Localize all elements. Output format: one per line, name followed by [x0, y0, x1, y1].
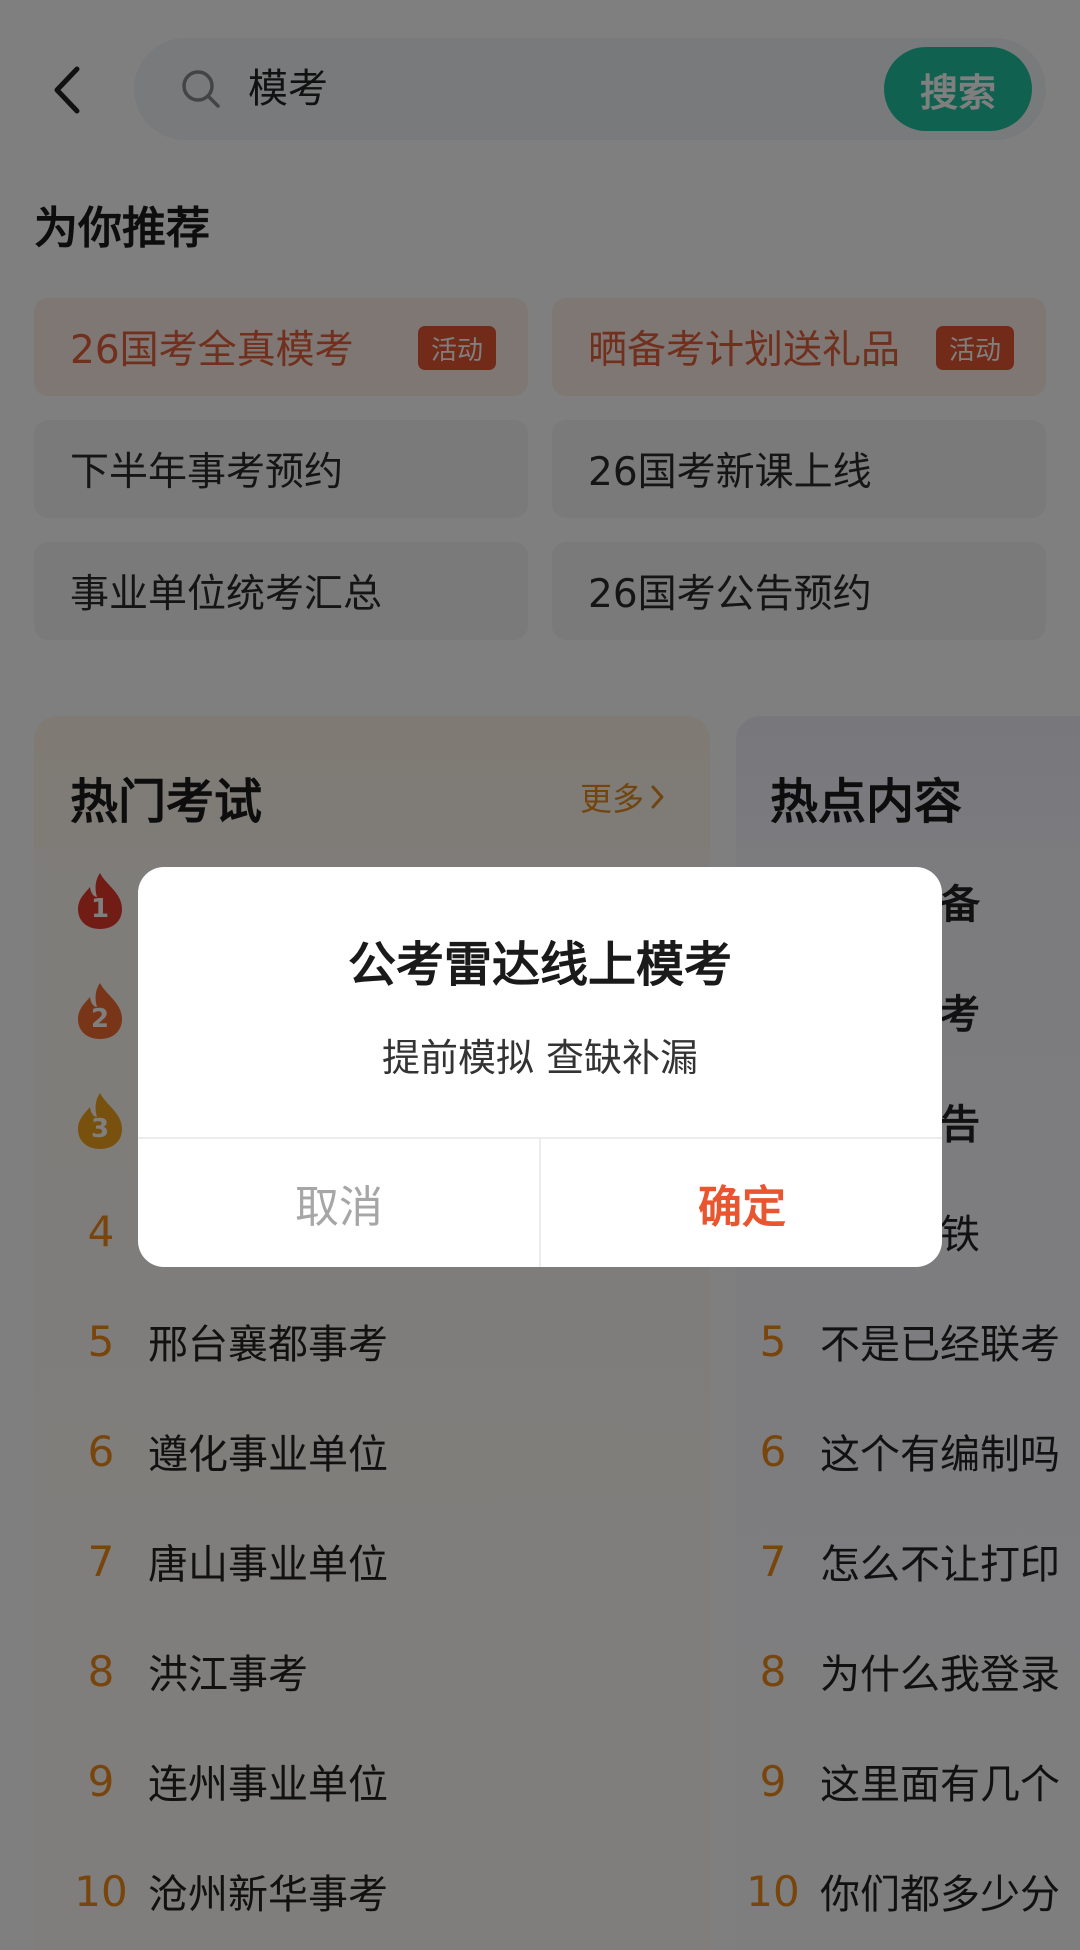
search-page: 搜索 为你推荐 26国考全真模考 活动 晒备考计划送礼品 活动 下半年事考预约 … [0, 0, 1080, 1950]
cancel-button[interactable]: 取消 [138, 1139, 540, 1267]
confirm-dialog: 公考雷达线上模考 提前模拟 查缺补漏 取消 确定 [138, 867, 942, 1267]
confirm-button[interactable]: 确定 [541, 1139, 942, 1267]
dialog-title: 公考雷达线上模考 [347, 937, 732, 993]
dialog-message: 提前模拟 查缺补漏 [381, 1036, 699, 1080]
